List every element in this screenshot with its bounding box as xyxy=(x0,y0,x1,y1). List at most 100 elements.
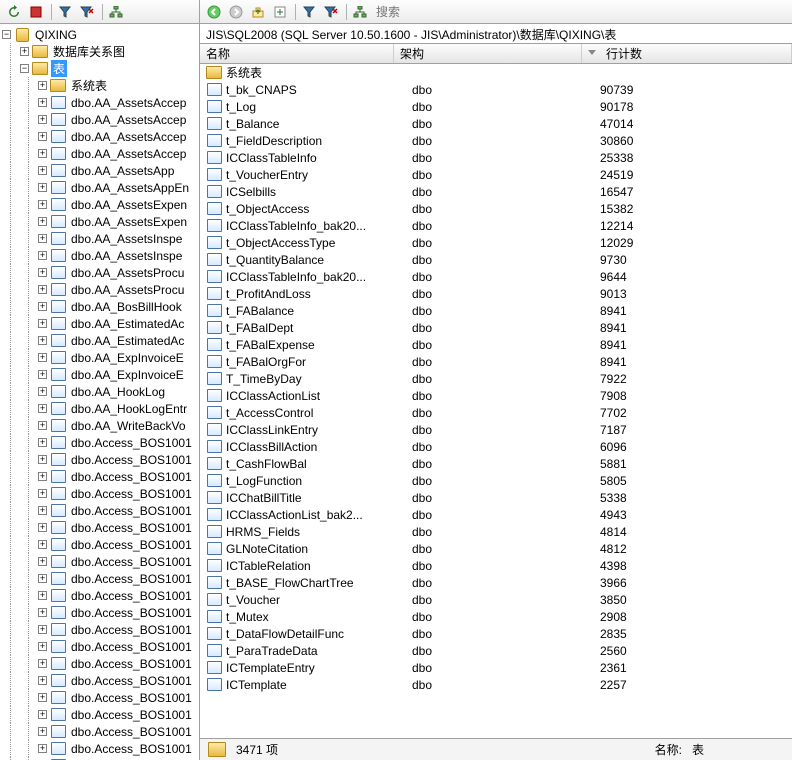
collapse-icon[interactable]: − xyxy=(2,30,11,39)
filter-button[interactable] xyxy=(299,2,319,22)
tree-item[interactable]: +dbo.AA_AssetsExpen xyxy=(2,196,199,213)
expand-icon[interactable]: + xyxy=(38,659,47,668)
table-row[interactable]: t_Mutexdbo2908 xyxy=(200,608,792,625)
tree-item[interactable]: +dbo.AA_EstimatedAc xyxy=(2,315,199,332)
expand-icon[interactable]: + xyxy=(20,47,29,56)
expand-icon[interactable]: + xyxy=(38,217,47,226)
expand-icon[interactable]: + xyxy=(38,336,47,345)
clear-filter-button[interactable] xyxy=(321,2,341,22)
tree-item[interactable]: +dbo.Access_BOS1001 xyxy=(2,519,199,536)
table-row[interactable]: t_Voucherdbo3850 xyxy=(200,591,792,608)
expand-icon[interactable]: + xyxy=(38,404,47,413)
tree-item[interactable]: +dbo.AA_AssetsAccep xyxy=(2,94,199,111)
expand-icon[interactable]: + xyxy=(38,421,47,430)
tree-item[interactable]: +dbo.AA_HookLogEntr xyxy=(2,400,199,417)
table-row[interactable]: ICSelbillsdbo16547 xyxy=(200,183,792,200)
table-row[interactable]: ICClassBillActiondbo6096 xyxy=(200,438,792,455)
table-row[interactable]: t_ObjectAccessdbo15382 xyxy=(200,200,792,217)
expand-icon[interactable]: + xyxy=(38,370,47,379)
table-row[interactable]: t_CashFlowBaldbo5881 xyxy=(200,455,792,472)
expand-icon[interactable]: + xyxy=(38,183,47,192)
table-row[interactable]: ICTemplatedbo2257 xyxy=(200,676,792,693)
table-row[interactable]: ICClassTableInfo_bak20...dbo9644 xyxy=(200,268,792,285)
clear-filter-button[interactable] xyxy=(77,2,97,22)
table-row[interactable]: ICTableRelationdbo4398 xyxy=(200,557,792,574)
tree-item[interactable]: +dbo.AA_AssetsInspe xyxy=(2,247,199,264)
object-explorer-tree[interactable]: −QIXING+数据库关系图−表+系统表+dbo.AA_AssetsAccep+… xyxy=(0,24,199,760)
table-row[interactable]: ICClassTableInfodbo25338 xyxy=(200,149,792,166)
tree-item[interactable]: +dbo.Access_BOS1001 xyxy=(2,655,199,672)
hierarchy-button[interactable] xyxy=(350,2,370,22)
back-button[interactable] xyxy=(204,2,224,22)
sync-button[interactable] xyxy=(270,2,290,22)
forward-button[interactable] xyxy=(226,2,246,22)
tree-item[interactable]: +dbo.Access_BOS1001 xyxy=(2,468,199,485)
tree-item[interactable]: +dbo.Access_BOS1001 xyxy=(2,689,199,706)
table-row[interactable]: t_DataFlowDetailFuncdbo2835 xyxy=(200,625,792,642)
table-row[interactable]: t_FABalOrgFordbo8941 xyxy=(200,353,792,370)
tree-item[interactable]: +dbo.Access_BOS1001 xyxy=(2,536,199,553)
expand-icon[interactable]: + xyxy=(38,693,47,702)
expand-icon[interactable]: + xyxy=(38,574,47,583)
table-row[interactable]: t_VoucherEntrydbo24519 xyxy=(200,166,792,183)
tree-item[interactable]: −QIXING xyxy=(2,26,199,43)
filter-button[interactable] xyxy=(55,2,75,22)
expand-icon[interactable]: + xyxy=(38,98,47,107)
expand-icon[interactable]: + xyxy=(38,149,47,158)
col-header-rowcount[interactable]: 行计数 xyxy=(582,44,792,63)
expand-icon[interactable]: + xyxy=(38,115,47,124)
tree-item[interactable]: +dbo.AA_AssetsInspe xyxy=(2,230,199,247)
table-row[interactable]: t_AccessControldbo7702 xyxy=(200,404,792,421)
expand-icon[interactable]: + xyxy=(38,234,47,243)
expand-icon[interactable]: + xyxy=(38,540,47,549)
tree-item[interactable]: +dbo.AA_ExpInvoiceE xyxy=(2,349,199,366)
tree-item[interactable]: +dbo.Access_BOS1001 xyxy=(2,553,199,570)
expand-icon[interactable]: + xyxy=(38,200,47,209)
expand-icon[interactable]: + xyxy=(38,472,47,481)
tree-item[interactable]: +dbo.Access_BOS1001 xyxy=(2,740,199,757)
expand-icon[interactable]: + xyxy=(38,438,47,447)
table-row[interactable]: T_TimeByDaydbo7922 xyxy=(200,370,792,387)
tree-item[interactable]: +dbo.AA_AssetsAccep xyxy=(2,145,199,162)
table-row[interactable]: GLNoteCitationdbo4812 xyxy=(200,540,792,557)
expand-icon[interactable]: + xyxy=(38,302,47,311)
expand-icon[interactable]: + xyxy=(38,710,47,719)
col-header-schema[interactable]: 架构 xyxy=(394,44,582,63)
table-row[interactable]: t_FABalancedbo8941 xyxy=(200,302,792,319)
tree-item[interactable]: +dbo.AA_AssetsApp xyxy=(2,162,199,179)
tree-item[interactable]: +dbo.AA_AssetsExpen xyxy=(2,213,199,230)
tree-item[interactable]: +dbo.Access_BOS1001 xyxy=(2,638,199,655)
expand-icon[interactable]: + xyxy=(38,523,47,532)
tree-item[interactable]: +dbo.Access_BOS1001 xyxy=(2,570,199,587)
tree-item[interactable]: +dbo.Access_BOS1001 xyxy=(2,485,199,502)
expand-icon[interactable]: + xyxy=(38,251,47,260)
tree-item[interactable]: +dbo.Access_BOS1001 xyxy=(2,587,199,604)
grid-folder-row[interactable]: 系统表 xyxy=(200,64,792,81)
table-row[interactable]: ICClassLinkEntrydbo7187 xyxy=(200,421,792,438)
expand-icon[interactable]: + xyxy=(38,268,47,277)
search-input[interactable] xyxy=(376,5,456,19)
table-row[interactable]: ICClassActionList_bak2...dbo4943 xyxy=(200,506,792,523)
expand-icon[interactable]: + xyxy=(38,591,47,600)
tree-item[interactable]: +dbo.AA_ExpInvoiceE xyxy=(2,366,199,383)
expand-icon[interactable]: + xyxy=(38,642,47,651)
tree-item[interactable]: +dbo.AA_AssetsAccep xyxy=(2,111,199,128)
table-row[interactable]: t_bk_CNAPSdbo90739 xyxy=(200,81,792,98)
tree-item[interactable]: +dbo.Access_BOS1001 xyxy=(2,434,199,451)
expand-icon[interactable]: + xyxy=(38,132,47,141)
tree-item[interactable]: +dbo.Access_BOS1001 xyxy=(2,706,199,723)
tree-item[interactable]: +dbo.AA_AssetsAppEn xyxy=(2,179,199,196)
expand-icon[interactable]: + xyxy=(38,625,47,634)
tree-item[interactable]: +dbo.Access_BOS1001 xyxy=(2,672,199,689)
tree-item[interactable]: +数据库关系图 xyxy=(2,43,199,60)
tree-item[interactable]: +系统表 xyxy=(2,77,199,94)
expand-icon[interactable]: + xyxy=(38,744,47,753)
expand-icon[interactable]: + xyxy=(38,166,47,175)
table-row[interactable]: HRMS_Fieldsdbo4814 xyxy=(200,523,792,540)
expand-icon[interactable]: + xyxy=(38,387,47,396)
table-row[interactable]: t_Logdbo90178 xyxy=(200,98,792,115)
table-row[interactable]: t_ProfitAndLossdbo9013 xyxy=(200,285,792,302)
tree-item[interactable]: +dbo.AA_AssetsProcu xyxy=(2,281,199,298)
expand-icon[interactable]: + xyxy=(38,676,47,685)
table-row[interactable]: t_FABalExpensedbo8941 xyxy=(200,336,792,353)
